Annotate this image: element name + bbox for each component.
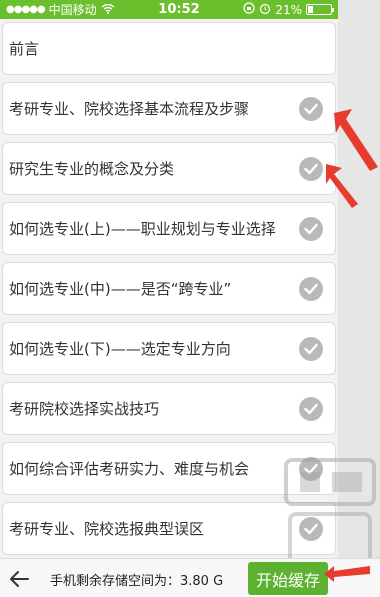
list-item-label: 考研专业、院校选择基本流程及步骤 <box>9 100 250 118</box>
rotation-lock-icon <box>243 2 255 17</box>
list-item[interactable]: 如何选专业(上)——职业规划与专业选择 <box>2 202 336 255</box>
status-bar: ●●●●● 中国移动 10:52 21% <box>0 0 338 19</box>
check-icon[interactable] <box>299 276 323 301</box>
check-icon[interactable] <box>299 396 323 421</box>
list-item-label: 如何选专业(中)——是否“跨专业” <box>9 280 232 298</box>
list-item[interactable]: 前言 <box>2 22 336 75</box>
alarm-icon <box>259 2 271 17</box>
start-cache-button[interactable]: 开始缓存 <box>248 562 328 595</box>
list-item[interactable]: 如何选专业(下)——选定专业方向 <box>2 322 336 375</box>
storage-info: 手机剩余存储空间为：3.80 G <box>50 574 224 589</box>
check-icon[interactable] <box>299 96 323 121</box>
check-icon[interactable] <box>299 156 323 181</box>
status-time: 10:52 <box>158 2 200 17</box>
wifi-icon <box>101 3 115 17</box>
list-item[interactable]: 研究生专业的概念及分类 <box>2 142 336 195</box>
list-item-label: 研究生专业的概念及分类 <box>9 160 175 178</box>
check-icon[interactable] <box>299 336 323 361</box>
list-item-label: 如何综合评估考研实力、难度与机会 <box>9 460 250 478</box>
list-item-label: 如何选专业(下)——选定专业方向 <box>9 340 231 358</box>
list-item-label: 前言 <box>9 40 40 58</box>
annotation-arrow-icon <box>324 566 370 582</box>
list-item-label: 如何选专业(上)——职业规划与专业选择 <box>9 220 276 238</box>
annotation-arrow-icon <box>326 164 358 208</box>
battery-percent: 21% <box>275 2 302 17</box>
signal-icon: ●●●●● <box>6 4 46 15</box>
list-item-label: 考研专业、院校选报典型误区 <box>9 520 205 538</box>
carrier-label: 中国移动 <box>48 3 97 17</box>
battery-icon <box>306 4 334 15</box>
list-item[interactable]: 考研专业、院校选择基本流程及步骤 <box>2 82 336 135</box>
back-arrow-icon[interactable] <box>8 569 30 589</box>
list-item[interactable]: 考研院校选择实战技巧 <box>2 382 336 435</box>
list-item-label: 考研院校选择实战技巧 <box>9 400 160 418</box>
list-item[interactable]: 如何选专业(中)——是否“跨专业” <box>2 262 336 315</box>
check-icon[interactable] <box>299 216 323 241</box>
